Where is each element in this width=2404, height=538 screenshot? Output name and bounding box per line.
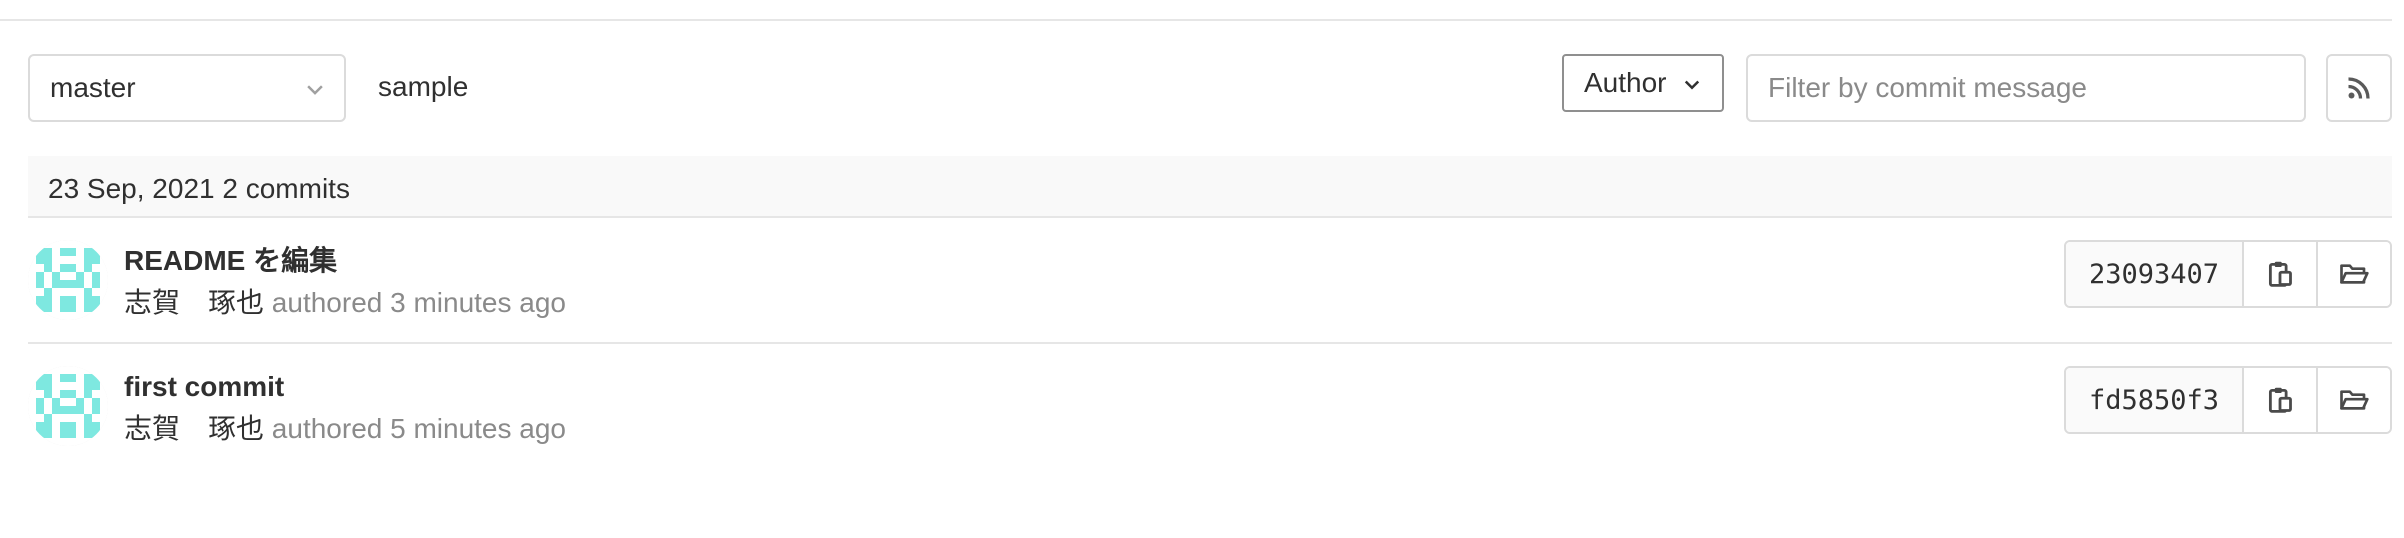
commit-meta: 志賀 琢也 authored 3 minutes ago: [124, 286, 566, 320]
commit-actions: 23093407: [2064, 240, 2392, 308]
commits-page: master sample Author 23 Sep, 2021 2 comm…: [0, 0, 2404, 538]
current-path[interactable]: sample: [378, 70, 468, 104]
commit-message-filter-input[interactable]: [1746, 54, 2306, 122]
browse-files-button[interactable]: [2316, 368, 2390, 432]
commit-author-link[interactable]: 志賀 琢也: [124, 413, 264, 444]
commit-authored-time: authored 3 minutes ago: [271, 287, 567, 318]
commit-author-link[interactable]: 志賀 琢也: [124, 287, 264, 318]
branch-dropdown[interactable]: master: [28, 54, 346, 122]
rss-icon: [2348, 77, 2370, 99]
commit-title-link[interactable]: README を編集: [124, 244, 337, 278]
commit-sha-button[interactable]: 23093407: [2066, 242, 2244, 306]
top-divider: [0, 19, 2392, 21]
browse-files-button[interactable]: [2316, 242, 2390, 306]
commit-actions: fd5850f3: [2064, 366, 2392, 434]
identicon-avatar-icon: [28, 366, 108, 446]
chevron-down-icon: [307, 85, 323, 95]
commit-title-link[interactable]: first commit: [124, 370, 284, 404]
avatar[interactable]: [28, 366, 108, 446]
author-filter-button[interactable]: Author: [1562, 54, 1724, 112]
commit-row: README を編集 志賀 琢也 authored 3 minutes ago …: [28, 220, 2392, 344]
folder-open-icon: [2340, 390, 2369, 410]
copy-sha-button[interactable]: [2244, 368, 2316, 432]
commit-sha-button[interactable]: fd5850f3: [2066, 368, 2244, 432]
commit-day-header: 23 Sep, 2021 2 commits: [28, 156, 2392, 218]
commit-row: first commit 志賀 琢也 authored 5 minutes ag…: [28, 346, 2392, 470]
avatar[interactable]: [28, 240, 108, 320]
commit-day-label: 23 Sep, 2021 2 commits: [48, 173, 350, 204]
commit-authored-time: authored 5 minutes ago: [271, 413, 567, 444]
folder-open-icon: [2340, 264, 2369, 284]
clipboard-icon: [2268, 387, 2292, 413]
copy-sha-button[interactable]: [2244, 242, 2316, 306]
author-filter-label: Author: [1584, 67, 1667, 98]
chevron-down-icon: [1684, 80, 1700, 90]
commit-meta: 志賀 琢也 authored 5 minutes ago: [124, 412, 566, 446]
branch-dropdown-label: master: [50, 72, 136, 103]
clipboard-icon: [2268, 261, 2292, 287]
identicon-avatar-icon: [28, 240, 108, 320]
rss-feed-button[interactable]: [2326, 54, 2392, 122]
